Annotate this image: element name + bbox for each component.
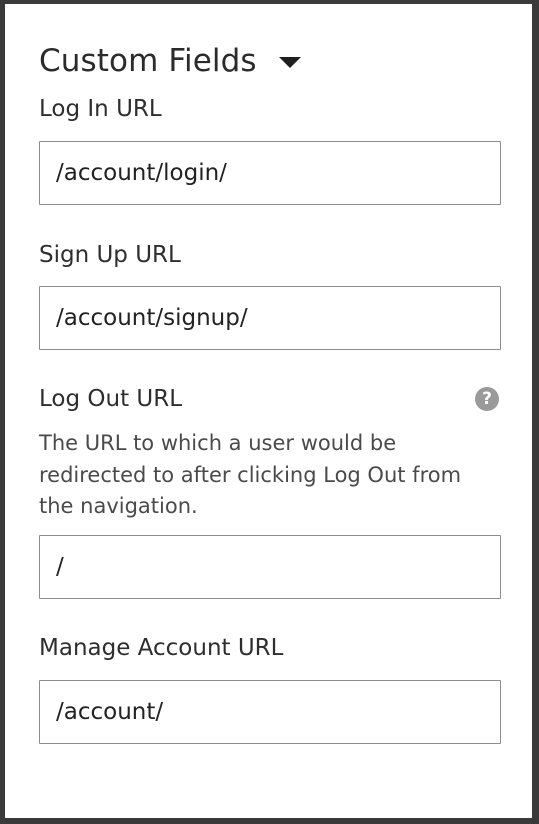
section-title: Custom Fields [39,43,257,79]
manage-account-url-input[interactable] [39,679,501,744]
signup-url-label-row: Sign Up URL [39,240,499,270]
logout-url-label: Log Out URL [39,386,183,412]
question-mark-icon[interactable]: ? [475,387,499,411]
manage-account-url-label: Manage Account URL [39,634,284,661]
login-url-label: Log In URL [39,96,162,122]
signup-url-field-group: Sign Up URL [39,240,501,350]
custom-fields-panel: Custom Fields Log In URL Sign Up URL Log… [5,4,532,818]
login-url-field-group: Log In URL [39,94,501,205]
login-url-label-row: Log In URL [39,94,499,124]
logout-url-input[interactable] [39,534,501,599]
logout-url-label-row: Log Out URL ? [39,384,499,414]
manage-account-url-field-group: Manage Account URL [39,633,501,744]
logout-url-field-group: Log Out URL ? The URL to which a user wo… [39,384,501,599]
signup-url-label: Sign Up URL [39,242,181,268]
signup-url-input[interactable] [39,286,501,350]
logout-url-help-text: The URL to which a user would be redirec… [39,431,462,518]
manage-account-url-label-row: Manage Account URL [39,633,499,663]
login-url-input[interactable] [39,141,501,205]
custom-fields-section-toggle[interactable]: Custom Fields [39,41,499,81]
caret-down-icon[interactable] [278,57,301,68]
